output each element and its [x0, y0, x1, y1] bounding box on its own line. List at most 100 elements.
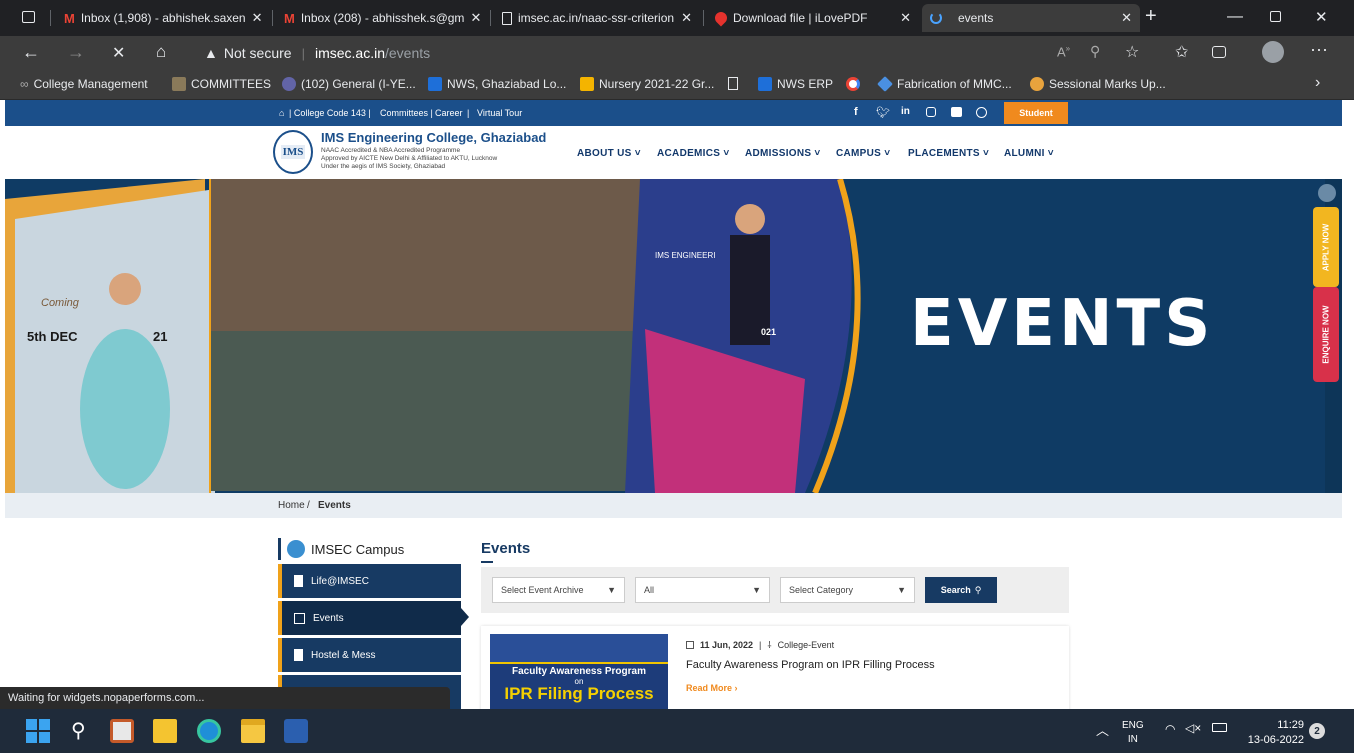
tab-events[interactable]: events ✕ [922, 4, 1140, 32]
fav-nursery[interactable]: Nursery 2021-22 Gr... [580, 77, 714, 91]
add-favorite-icon[interactable]: ☆ [1125, 42, 1139, 62]
home-icon[interactable]: ⌂ [156, 42, 166, 62]
event-meta: 11 Jun, 2022 | ⸸ College-Event [686, 638, 834, 651]
event-archive-select[interactable]: Select Event Archive ▼ [492, 577, 625, 603]
restore-button[interactable] [1270, 11, 1281, 22]
category-select[interactable]: Select Category ▼ [780, 577, 915, 603]
tab-gmail-1[interactable]: M Inbox (1,908) - abhishek.saxen ✕ [56, 4, 270, 32]
fav-label: Nursery 2021-22 Gr... [599, 77, 715, 91]
breadcrumb-home[interactable]: Home [278, 500, 305, 511]
close-icon[interactable]: ✕ [470, 10, 481, 26]
sidebar-item-life[interactable]: Life@IMSEC [278, 564, 461, 598]
sidebar-item-hostel[interactable]: Hostel & Mess [278, 638, 461, 672]
tab-actions-icon[interactable] [22, 11, 35, 23]
minimize-button[interactable]: — [1227, 8, 1243, 26]
photo1-caption-date: 5th DEC [27, 329, 78, 344]
fav-nws-erp[interactable]: NWS ERP [758, 77, 833, 91]
fav-committees[interactable]: COMMITTEES [172, 77, 271, 91]
task-view-icon[interactable] [110, 719, 134, 743]
nav-label: ABOUT US [577, 148, 632, 159]
twitter-icon[interactable]: 🐦︎ [876, 106, 890, 119]
nav-alumni[interactable]: ALUMNI ˅ [1004, 148, 1054, 159]
forward-icon[interactable]: → [67, 42, 85, 63]
fav-general[interactable]: (102) General (I-YE... [282, 77, 416, 91]
search-button[interactable]: Search ⚲ [925, 577, 997, 603]
event-thumbnail[interactable]: Faculty Awareness Program on IPR Filing … [490, 634, 668, 709]
fav-page[interactable] [728, 77, 738, 90]
nav-label: PLACEMENTS [908, 148, 980, 159]
stop-icon[interactable]: ✕ [112, 43, 125, 63]
read-more-link[interactable]: Read More › [686, 683, 738, 693]
loading-icon [930, 12, 942, 24]
close-icon[interactable]: ✕ [252, 10, 263, 26]
linkedin-icon[interactable]: in [901, 106, 910, 117]
sticky-notes-icon[interactable] [153, 719, 177, 743]
word-icon[interactable] [284, 719, 308, 743]
url-field[interactable]: ▲ Not secure | imsec.ac.in/events [190, 40, 1340, 66]
clock-date: 13-06-2022 [1247, 734, 1304, 746]
wordpress-icon[interactable] [976, 107, 987, 118]
battery-icon[interactable] [1212, 723, 1227, 732]
all-select[interactable]: All ▼ [635, 577, 770, 603]
virtual-tour-link[interactable]: Virtual Tour [477, 108, 522, 118]
tab-imsec-naac[interactable]: imsec.ac.in/naac-ssr-criterion ✕ [494, 4, 700, 32]
close-icon[interactable]: ✕ [681, 10, 692, 26]
home-icon[interactable]: ⌂ [279, 108, 284, 118]
career-link[interactable]: Career [435, 108, 463, 118]
student-button[interactable]: Student [1004, 102, 1068, 124]
close-icon[interactable]: ✕ [900, 10, 911, 26]
enquire-now-button[interactable]: ENQUIRE NOW [1313, 287, 1339, 382]
apply-now-button[interactable]: APPLY NOW [1313, 207, 1339, 287]
sidebar-item-events[interactable]: Events [278, 601, 461, 635]
tray-chevron-icon[interactable]: ︿ [1096, 720, 1109, 739]
back-icon[interactable]: ← [22, 42, 40, 63]
new-tab-button[interactable]: + [1145, 5, 1157, 28]
fav-google[interactable] [846, 77, 860, 91]
security-label: Not secure [223, 45, 292, 61]
file-explorer-icon[interactable] [241, 719, 265, 743]
zoom-icon[interactable]: ⚲ [1090, 43, 1100, 60]
nav-placements[interactable]: PLACEMENTS ˅ [908, 148, 989, 159]
web-page: ⌂ | College Code 143 | Committees | Care… [5, 100, 1342, 709]
fav-nws-ghaziabad[interactable]: NWS, Ghaziabad Lo... [428, 77, 566, 91]
search-icon[interactable]: ⚲ [71, 718, 86, 743]
volume-icon[interactable]: ◁× [1185, 721, 1201, 735]
instagram-icon[interactable] [926, 107, 936, 117]
profile-avatar[interactable] [1262, 41, 1284, 63]
collections-icon[interactable] [1212, 46, 1226, 58]
college-name[interactable]: IMS Engineering College, Ghaziabad [321, 130, 546, 145]
edge-icon[interactable] [197, 719, 221, 743]
nav-academics[interactable]: ACADEMICS ˅ [657, 148, 729, 159]
fav-fabrication[interactable]: Fabrication of MMC... [877, 76, 1012, 92]
facebook-icon[interactable]: f [854, 106, 858, 118]
page-title: Events [481, 540, 531, 557]
tab-gmail-2[interactable]: M Inbox (208) - abhisshek.s@gm ✕ [276, 4, 488, 32]
event-category[interactable]: College-Event [778, 640, 835, 650]
committees-link[interactable]: Committees | [380, 108, 433, 118]
college-logo[interactable]: IMS [273, 130, 313, 174]
language-indicator[interactable]: ENG IN [1122, 719, 1144, 747]
nav-campus[interactable]: CAMPUS ˅ [836, 148, 890, 159]
wifi-icon[interactable]: ◠ [1165, 722, 1175, 736]
tab-ilovepdf[interactable]: Download file | iLovePDF ✕ [707, 4, 919, 32]
banner-title: EVENTS [910, 287, 1215, 361]
event-title[interactable]: Faculty Awareness Program on IPR Filling… [686, 659, 935, 671]
strip-divider: | [467, 108, 470, 118]
book-icon [294, 649, 303, 661]
youtube-icon[interactable] [951, 107, 962, 117]
thumbnail-line-3: IPR Filing Process [504, 684, 654, 703]
nav-about-us[interactable]: ABOUT US ˅ [577, 148, 641, 159]
window-close-button[interactable]: ✕ [1315, 8, 1328, 26]
clock[interactable]: 11:29 13-06-2022 [1240, 718, 1304, 748]
browser-tab-bar: M Inbox (1,908) - abhishek.saxen ✕ M Inb… [0, 0, 1354, 36]
fav-college-management[interactable]: ∞ College Management [20, 77, 148, 91]
nav-admissions[interactable]: ADMISSIONS ˅ [745, 148, 821, 159]
read-aloud-icon[interactable]: A» [1057, 44, 1070, 59]
close-icon[interactable]: ✕ [1121, 10, 1132, 26]
windows-start-icon[interactable] [26, 719, 50, 743]
fav-sessional[interactable]: Sessional Marks Up... [1030, 77, 1166, 91]
chevron-right-icon[interactable]: › [1315, 74, 1320, 92]
notification-badge[interactable]: 2 [1309, 723, 1325, 739]
more-menu-icon[interactable]: ··· [1310, 39, 1328, 60]
favorites-icon[interactable]: ✩ [1175, 42, 1188, 62]
